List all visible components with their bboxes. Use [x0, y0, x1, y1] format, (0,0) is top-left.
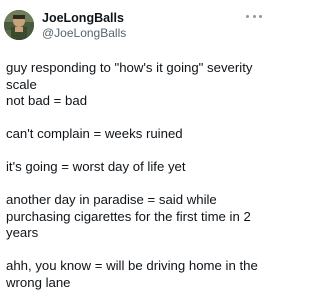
avatar[interactable] [4, 10, 34, 40]
more-dot [259, 14, 262, 18]
tweet-line: guy responding to "how's it going" sever… [6, 60, 253, 75]
tweet-line: wrong lane [6, 274, 71, 290]
tweet-line: not bad = bad [6, 93, 88, 108]
more-dot [252, 14, 256, 18]
avatar-icon [4, 10, 34, 40]
display-name[interactable]: JoeLongBalls [42, 11, 124, 26]
tweet-line: it's going = worst day of life yet [6, 159, 186, 174]
tweet-line: scale [6, 76, 37, 92]
tweet-text: guy responding to "how's it going" sever… [6, 60, 268, 291]
more-options-button[interactable] [246, 11, 262, 21]
tweet-line: ahh, you know = will be driving home in … [6, 258, 258, 273]
tweet-card[interactable]: JoeLongBalls @JoeLongBalls guy respondin… [0, 0, 270, 300]
tweet-line: another day in paradise = said while [6, 192, 217, 207]
tweet-line: years [6, 225, 39, 240]
more-horizontal-icon [246, 14, 249, 18]
tweet-line: can't complain = weeks ruined [6, 126, 183, 141]
tweet-line: purchasing cigarettes for the first time… [6, 208, 251, 224]
user-handle[interactable]: @JoeLongBalls [42, 26, 126, 41]
